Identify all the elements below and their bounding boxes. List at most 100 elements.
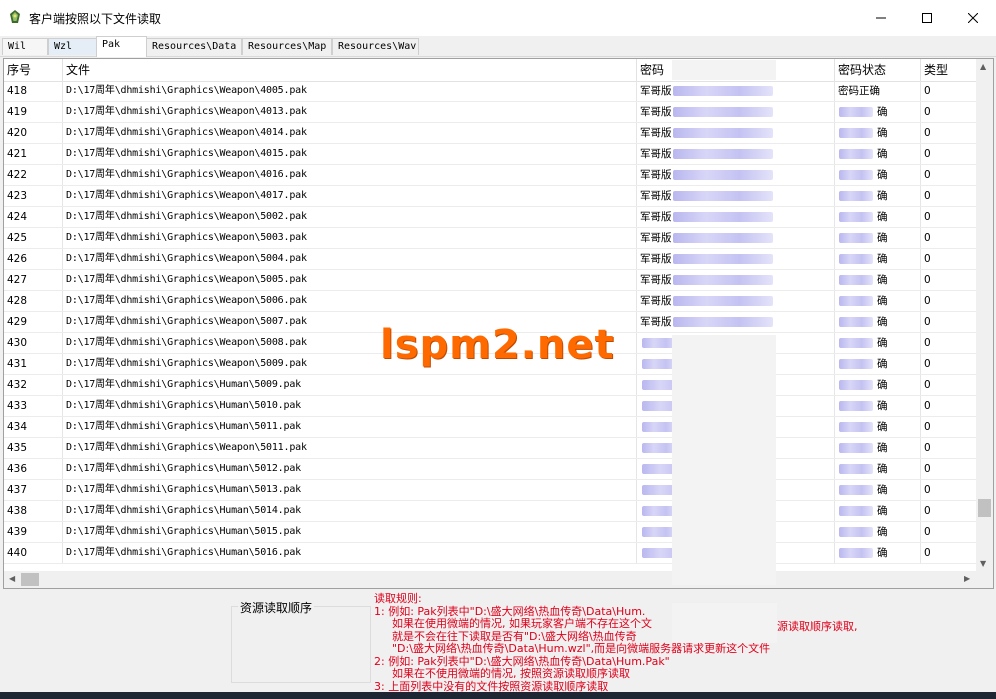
table-row[interactable]: 423 D:\17周年\dhmishi\Graphics\Weapon\4017.… (4, 186, 979, 207)
app-icon (10, 10, 20, 23)
row-file: D:\17周年\dhmishi\Graphics\Weapon\5003.pak (63, 228, 637, 248)
status-blur (839, 485, 873, 495)
row-file: D:\17周年\dhmishi\Graphics\Human\5011.pak (63, 417, 637, 437)
row-file: D:\17周年\dhmishi\Graphics\Human\5015.pak (63, 522, 637, 542)
table-row[interactable]: 420 D:\17周年\dhmishi\Graphics\Weapon\4014.… (4, 123, 979, 144)
status-blur (839, 170, 873, 180)
table-row[interactable]: 437 D:\17周年\dhmishi\Graphics\Human\5013.p… (4, 480, 979, 501)
table-row[interactable]: 421 D:\17周年\dhmishi\Graphics\Weapon\4015.… (4, 144, 979, 165)
status-blur (839, 191, 873, 201)
tab-pak[interactable]: Pak (96, 36, 147, 57)
row-type: 0 (921, 312, 979, 332)
row-type: 0 (921, 81, 979, 101)
password-blur (673, 191, 773, 201)
resource-order-label: 资源读取顺序 (238, 599, 315, 616)
horizontal-scrollbar[interactable]: ◀ ▶ (4, 571, 979, 588)
row-number: 423 (4, 186, 63, 206)
password-blur (673, 254, 773, 264)
row-file: D:\17周年\dhmishi\Graphics\Weapon\5011.pak (63, 438, 637, 458)
maximize-button[interactable] (904, 0, 950, 36)
row-number: 420 (4, 123, 63, 143)
row-type: 0 (921, 186, 979, 206)
row-file: D:\17周年\dhmishi\Graphics\Human\5010.pak (63, 396, 637, 416)
status-blur (839, 443, 873, 453)
row-number: 436 (4, 459, 63, 479)
table-row[interactable]: 418 D:\17周年\dhmishi\Graphics\Weapon\4005.… (4, 81, 979, 102)
status-blur (839, 380, 873, 390)
row-type: 0 (921, 207, 979, 227)
table-row[interactable]: 440 D:\17周年\dhmishi\Graphics\Human\5016.p… (4, 543, 979, 564)
row-type: 0 (921, 522, 979, 542)
row-file: D:\17周年\dhmishi\Graphics\Human\5009.pak (63, 375, 637, 395)
row-number: 433 (4, 396, 63, 416)
row-file: D:\17周年\dhmishi\Graphics\Weapon\5005.pak (63, 270, 637, 290)
table-row[interactable]: 424 D:\17周年\dhmishi\Graphics\Weapon\5002.… (4, 207, 979, 228)
minimize-icon (876, 17, 886, 19)
close-button[interactable] (950, 0, 996, 36)
watermark: lspm2.net (380, 322, 615, 368)
tab-wil[interactable]: Wil (2, 38, 48, 55)
row-type: 0 (921, 291, 979, 311)
row-number: 439 (4, 522, 63, 542)
row-number: 425 (4, 228, 63, 248)
row-number: 431 (4, 354, 63, 374)
horizontal-scroll-thumb[interactable] (21, 573, 39, 586)
tab-resources-wav[interactable]: Resources\Wav (332, 38, 419, 55)
status-blur (839, 107, 873, 117)
list-header: 序号 文件 密码 密码状态 类型 (4, 59, 979, 82)
row-type: 0 (921, 375, 979, 395)
row-type: 0 (921, 333, 979, 353)
vertical-scroll-thumb[interactable] (978, 499, 991, 517)
status-blur (839, 527, 873, 537)
scrollbar-corner (976, 571, 993, 588)
tab-resources-data[interactable]: Resources\Data (146, 38, 242, 55)
row-number: 434 (4, 417, 63, 437)
row-type: 0 (921, 249, 979, 269)
rule-line: 如果在不使用微端的情况, 按照资源读取顺序读取 (392, 667, 630, 680)
scroll-down-icon[interactable]: ▼ (980, 559, 986, 568)
column-header-file[interactable]: 文件 (63, 59, 637, 81)
tab-resources-map[interactable]: Resources\Map (242, 38, 332, 55)
table-row[interactable]: 435 D:\17周年\dhmishi\Graphics\Weapon\5011.… (4, 438, 979, 459)
row-number: 422 (4, 165, 63, 185)
table-row[interactable]: 428 D:\17周年\dhmishi\Graphics\Weapon\5006.… (4, 291, 979, 312)
row-number: 419 (4, 102, 63, 122)
table-row[interactable]: 425 D:\17周年\dhmishi\Graphics\Weapon\5003.… (4, 228, 979, 249)
table-row[interactable]: 434 D:\17周年\dhmishi\Graphics\Human\5011.p… (4, 417, 979, 438)
table-row[interactable]: 427 D:\17周年\dhmishi\Graphics\Weapon\5005.… (4, 270, 979, 291)
rules-tail-text: 源读取顺序读取, (777, 620, 858, 633)
row-number: 432 (4, 375, 63, 395)
table-row[interactable]: 438 D:\17周年\dhmishi\Graphics\Human\5014.p… (4, 501, 979, 522)
row-file: D:\17周年\dhmishi\Graphics\Weapon\4015.pak (63, 144, 637, 164)
scroll-up-icon[interactable]: ▲ (980, 62, 986, 71)
scroll-right-icon[interactable]: ▶ (964, 574, 970, 583)
row-type: 0 (921, 543, 979, 563)
row-type: 0 (921, 417, 979, 437)
table-row[interactable]: 419 D:\17周年\dhmishi\Graphics\Weapon\4013.… (4, 102, 979, 123)
row-file: D:\17周年\dhmishi\Graphics\Weapon\4016.pak (63, 165, 637, 185)
tab-wzl[interactable]: Wzl (48, 38, 97, 55)
table-row[interactable]: 433 D:\17周年\dhmishi\Graphics\Human\5010.p… (4, 396, 979, 417)
scroll-left-icon[interactable]: ◀ (9, 574, 15, 583)
row-file: D:\17周年\dhmishi\Graphics\Weapon\4017.pak (63, 186, 637, 206)
column-header-no[interactable]: 序号 (4, 59, 63, 81)
redaction-blur (672, 603, 777, 643)
status-blur (839, 149, 873, 159)
row-number: 418 (4, 81, 63, 101)
column-header-type[interactable]: 类型 (921, 59, 979, 81)
row-type: 0 (921, 438, 979, 458)
password-blur (673, 317, 773, 327)
table-row[interactable]: 432 D:\17周年\dhmishi\Graphics\Human\5009.p… (4, 375, 979, 396)
password-blur (673, 128, 773, 138)
password-blur (673, 170, 773, 180)
table-row[interactable]: 422 D:\17周年\dhmishi\Graphics\Weapon\4016.… (4, 165, 979, 186)
row-number: 424 (4, 207, 63, 227)
row-number: 430 (4, 333, 63, 353)
table-row[interactable]: 439 D:\17周年\dhmishi\Graphics\Human\5015.p… (4, 522, 979, 543)
window-title: 客户端按照以下文件读取 (29, 12, 162, 26)
column-header-status[interactable]: 密码状态 (835, 59, 921, 81)
minimize-button[interactable] (858, 0, 904, 36)
table-row[interactable]: 436 D:\17周年\dhmishi\Graphics\Human\5012.p… (4, 459, 979, 480)
table-row[interactable]: 426 D:\17周年\dhmishi\Graphics\Weapon\5004.… (4, 249, 979, 270)
vertical-scrollbar[interactable]: ▲ ▼ (976, 59, 993, 572)
